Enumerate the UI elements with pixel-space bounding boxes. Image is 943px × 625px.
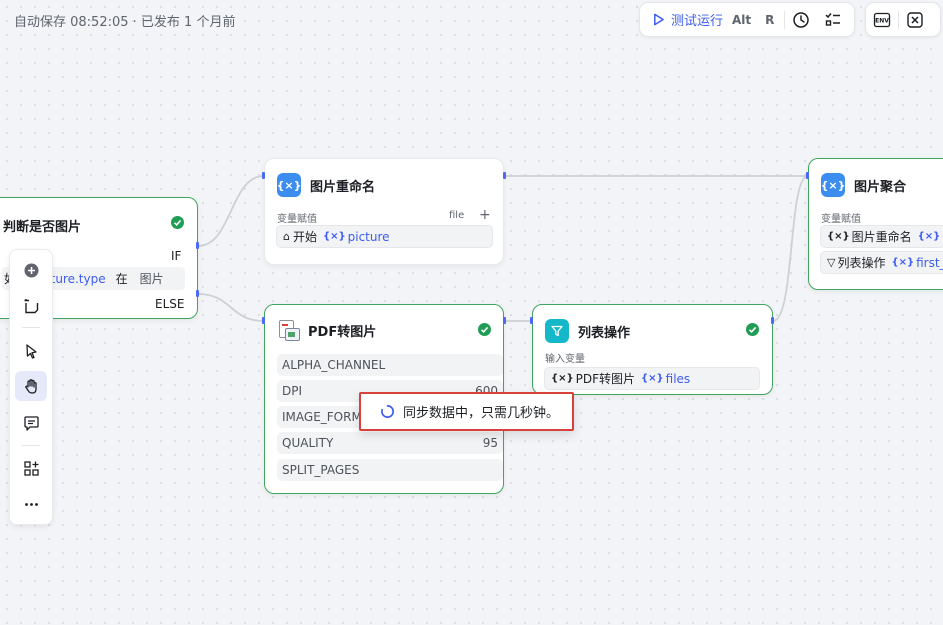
condition-variable: cture.type [44, 271, 106, 286]
node-header: 列表操作 [545, 319, 630, 343]
success-check-icon [478, 323, 491, 336]
var-icon: {×} [827, 231, 850, 242]
more-button[interactable] [15, 489, 47, 519]
var-icon: {×} [551, 373, 574, 384]
filter-icon [545, 319, 569, 343]
divider [22, 445, 40, 446]
node-title: PDF转图片 [308, 324, 377, 340]
aggregate-row-2[interactable]: ▽ 列表操作 {×} first_re [820, 251, 943, 274]
var-name: first_re [916, 255, 943, 270]
input-variable-field[interactable]: {×} PDF转图片 {×} files [544, 367, 760, 390]
if-branch-label: IF [171, 249, 182, 263]
add-comment-node-button[interactable] [15, 291, 47, 321]
output-handle[interactable] [771, 317, 774, 324]
input-variable-label: 输入变量 [545, 354, 585, 365]
type-label: file [449, 210, 465, 221]
input-handle[interactable] [262, 172, 265, 179]
sync-toast: 同步数据中，只需几秒钟。 [359, 392, 574, 431]
node-header: {×} 图片聚合 [821, 173, 906, 197]
success-check-icon [171, 216, 184, 229]
input-handle[interactable] [806, 172, 809, 179]
pdf-plugin-icon [277, 319, 300, 341]
param-name: DPI [282, 384, 303, 398]
home-icon: ⌂ [283, 230, 290, 243]
param-value: 95 [482, 436, 498, 450]
node-title: 图片重命名 [310, 179, 376, 195]
var-icon: {×} [917, 231, 941, 242]
assign-label: 变量赋值 [277, 214, 317, 225]
comment-button[interactable] [15, 408, 47, 438]
param-row[interactable]: QUALITY 95 [277, 432, 503, 454]
else-branch-label: ELSE [155, 297, 185, 311]
toast-message: 同步数据中，只需几秒钟。 [403, 406, 560, 421]
hand-icon [24, 378, 37, 394]
variable-assign-icon: {×} [277, 173, 301, 197]
source-name: 图片重命名 [851, 230, 912, 244]
node-title: 列表操作 [578, 325, 631, 341]
node-title: 图片聚合 [854, 179, 907, 195]
workflow-canvas[interactable]: 自动保存 08:52:05 · 已发布 1 个月前 测试运行 Alt R ENV [0, 0, 943, 625]
output-handle[interactable] [503, 317, 506, 324]
node-header: PDF转图片 [277, 319, 376, 341]
note-add-icon [24, 298, 38, 313]
param-name: SPLIT_PAGES [282, 463, 360, 477]
node-header: {×} 图片重命名 [277, 173, 375, 197]
var-name: picture [347, 229, 390, 244]
hand-mode-button[interactable] [15, 371, 47, 401]
add-variable-button[interactable]: + [479, 207, 491, 223]
var-icon: {×} [323, 231, 346, 242]
param-row[interactable]: SPLIT_PAGES [277, 459, 503, 481]
comment-icon [23, 415, 39, 431]
cursor-arrow-icon [25, 343, 37, 359]
param-name: QUALITY [282, 436, 334, 450]
var-icon: {×} [641, 373, 664, 384]
source-name: 列表操作 [837, 256, 886, 270]
more-dots-icon [24, 502, 38, 506]
add-circle-icon [24, 263, 38, 277]
aggregate-row-1[interactable]: {×} 图片重命名 {×} outp [820, 225, 943, 248]
node-image-aggregate[interactable]: {×} 图片聚合 变量赋值 {×} 图片重命名 {×} outp ▽ 列表操作 … [808, 158, 943, 290]
assign-label: 变量赋值 [821, 214, 861, 225]
canvas-toolbar [9, 249, 53, 525]
source-name: PDF转图片 [575, 372, 636, 386]
output-handle[interactable] [503, 172, 506, 179]
input-handle[interactable] [530, 317, 533, 324]
node-list-operation[interactable]: 列表操作 输入变量 {×} PDF转图片 {×} files [532, 304, 773, 395]
param-name: ALPHA_CHANNEL [282, 358, 386, 372]
loading-spinner-icon [381, 405, 394, 418]
node-image-rename[interactable]: {×} 图片重命名 变量赋值 file + ⌂ 开始 {×} picture [264, 158, 504, 265]
var-icon: {×} [891, 257, 915, 268]
param-row[interactable]: ALPHA_CHANNEL [277, 354, 503, 376]
condition-operator: 在 [115, 272, 128, 286]
success-check-icon [746, 323, 759, 336]
source-name: 开始 [292, 230, 317, 244]
filter-icon: ▽ [827, 256, 836, 269]
condition-value: 图片 [139, 272, 164, 286]
assign-source-field[interactable]: ⌂ 开始 {×} picture [276, 225, 493, 248]
input-handle[interactable] [262, 317, 265, 324]
variable-assign-icon: {×} [821, 173, 845, 197]
divider [22, 327, 40, 328]
add-node-button[interactable] [15, 255, 47, 285]
node-title: 判断是否图片 [3, 220, 82, 235]
layout-button[interactable] [15, 453, 47, 483]
grid-add-icon [23, 460, 39, 476]
pointer-mode-button[interactable] [15, 336, 47, 366]
else-output-handle[interactable] [196, 290, 199, 297]
var-name: files [665, 371, 691, 386]
if-output-handle[interactable] [196, 242, 199, 249]
